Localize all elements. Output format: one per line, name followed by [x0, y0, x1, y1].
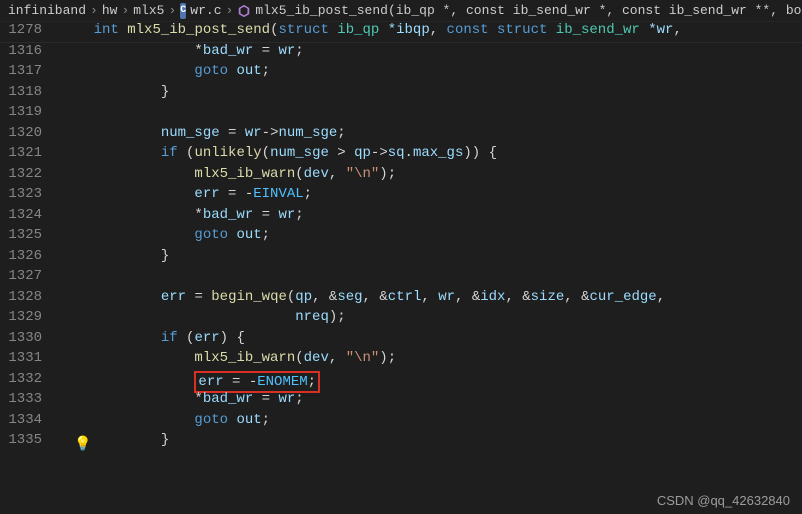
line-number: 1322: [0, 166, 60, 187]
code-text: *bad_wr = wr;: [60, 391, 304, 412]
line-number: 1323: [0, 186, 60, 207]
line-number: 1319: [0, 104, 60, 125]
breadcrumb-item[interactable]: infiniband: [8, 3, 86, 18]
symbol-method-icon: [237, 3, 251, 19]
code-text: }: [60, 248, 169, 269]
breadcrumb-item[interactable]: mlx5: [133, 3, 164, 18]
code-text: num_sge = wr->num_sge;: [60, 125, 346, 146]
code-text: }: [60, 84, 169, 105]
chevron-right-icon: ›: [226, 3, 234, 18]
breadcrumb-file[interactable]: wr.c: [190, 3, 221, 18]
line-number: 1316: [0, 43, 60, 64]
code-text: goto out;: [60, 227, 270, 248]
code-text: mlx5_ib_warn(dev, "\n");: [60, 166, 396, 187]
line-number: 1326: [0, 248, 60, 269]
editor-body[interactable]: 1316 *bad_wr = wr; 1317 goto out; 1318 }…: [0, 43, 802, 453]
c-file-icon: C: [180, 3, 186, 19]
line-number: 1328: [0, 289, 60, 310]
code-text: goto out;: [60, 63, 270, 84]
code-text: *bad_wr = wr;: [60, 43, 304, 64]
code-text: goto out;: [60, 412, 270, 433]
code-text: *bad_wr = wr;: [60, 207, 304, 228]
line-number: 1335: [0, 432, 60, 453]
breadcrumb-item[interactable]: hw: [102, 3, 118, 18]
line-number: 1318: [0, 84, 60, 105]
code-text: mlx5_ib_warn(dev, "\n");: [60, 350, 396, 371]
code-text: if (err) {: [60, 330, 245, 351]
line-number: 1329: [0, 309, 60, 330]
chevron-right-icon: ›: [90, 3, 98, 18]
code-text: err = begin_wqe(qp, &seg, &ctrl, wr, &id…: [60, 289, 665, 310]
line-number: 1334: [0, 412, 60, 433]
line-number: 1324: [0, 207, 60, 228]
code-text: nreq);: [60, 309, 346, 330]
highlighted-code: err = -ENOMEM;: [194, 371, 320, 393]
line-number: 1320: [0, 125, 60, 146]
line-number: 1330: [0, 330, 60, 351]
line-number: 1331: [0, 350, 60, 371]
code-text: err = -ENOMEM;: [60, 371, 320, 392]
code-text: err = -EINVAL;: [60, 186, 312, 207]
lightbulb-icon[interactable]: 💡: [74, 436, 91, 453]
chevron-right-icon: ›: [121, 3, 129, 18]
sticky-scroll-line[interactable]: 1278 int mlx5_ib_post_send(struct ib_qp …: [0, 22, 802, 43]
code-text: int mlx5_ib_post_send(struct ib_qp *ibqp…: [60, 22, 682, 42]
watermark: CSDN @qq_42632840: [657, 493, 790, 508]
line-number: 1332: [0, 371, 60, 392]
code-text: if (unlikely(num_sge > qp->sq.max_gs)) {: [60, 145, 497, 166]
line-number: 1325: [0, 227, 60, 248]
chevron-right-icon: ›: [168, 3, 176, 18]
breadcrumb-symbol[interactable]: mlx5_ib_post_send(ib_qp *, const ib_send…: [255, 3, 802, 18]
breadcrumb[interactable]: infiniband › hw › mlx5 › C wr.c › mlx5_i…: [0, 0, 802, 22]
line-number: 1321: [0, 145, 60, 166]
line-number: 1317: [0, 63, 60, 84]
line-number: 1327: [0, 268, 60, 289]
line-number: 1333: [0, 391, 60, 412]
line-number: 1278: [0, 22, 60, 42]
